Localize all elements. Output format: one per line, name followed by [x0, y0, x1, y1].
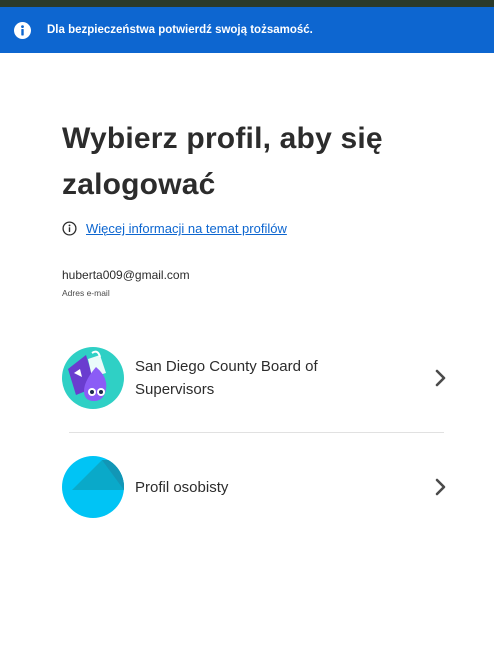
- account-email: huberta009@gmail.com: [62, 268, 190, 282]
- chevron-right-icon: [434, 368, 448, 388]
- profile-name: Profil osobisty: [135, 478, 229, 496]
- personal-profile-avatar: [62, 456, 124, 518]
- banner-text: Dla bezpieczeństwa potwierdź swoją tożsa…: [47, 24, 313, 36]
- page-title: Wybierz profil, aby się zalogować: [62, 122, 383, 201]
- chevron-right-icon: [434, 477, 448, 497]
- info-icon: [14, 21, 31, 39]
- profile-option-personal[interactable]: Profil osobisty: [62, 456, 452, 518]
- info-circle-icon: [62, 221, 77, 236]
- profile-option-organization[interactable]: San Diego County Board of Supervisors: [62, 347, 452, 409]
- more-info-link[interactable]: Więcej informacji na temat profilów: [62, 221, 287, 236]
- account-email-label: Adres e-mail: [62, 288, 110, 298]
- profile-name: San Diego County Board of Supervisors: [135, 358, 318, 398]
- creative-character-avatar: [62, 347, 124, 409]
- more-info-link-label: Więcej informacji na temat profilów: [86, 221, 287, 236]
- browser-top-strip: [0, 0, 494, 7]
- security-banner: Dla bezpieczeństwa potwierdź swoją tożsa…: [0, 7, 494, 53]
- profile-divider: [69, 432, 444, 433]
